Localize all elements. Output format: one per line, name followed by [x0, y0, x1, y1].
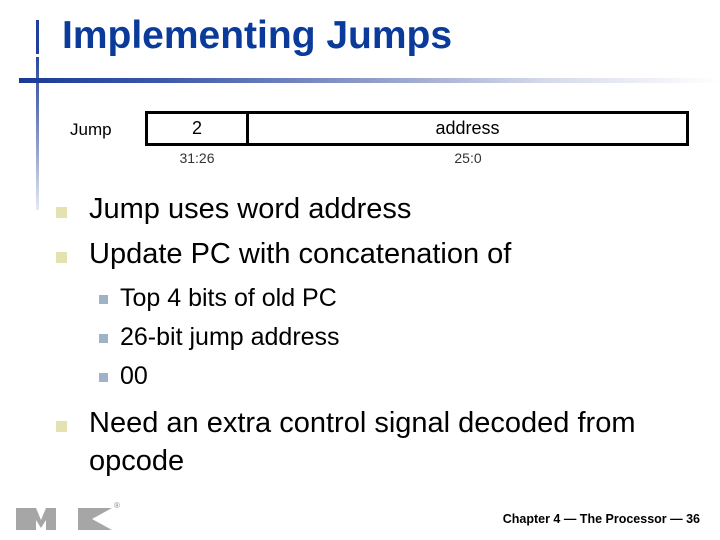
accent-vertical-bar-top — [36, 20, 39, 54]
registered-mark: ® — [114, 501, 120, 510]
sub-bullet-marker — [99, 295, 108, 304]
field-opcode: 2 — [148, 114, 249, 143]
instruction-box: 2 address — [145, 111, 689, 146]
accent-horizontal-bar — [19, 78, 720, 83]
bullet-text: Jump uses word address — [89, 193, 412, 225]
sub-bullet-marker — [99, 334, 108, 343]
bullet-marker — [56, 252, 67, 263]
sub-bullet-text: 26-bit jump address — [120, 323, 340, 351]
mk-logo-icon: ® — [16, 501, 120, 530]
slide-title: Implementing Jumps — [62, 14, 453, 57]
bits-opcode: 31:26 — [179, 150, 215, 166]
sub-bullet-text: 00 — [120, 362, 148, 390]
bullet-text-continuation: opcode — [89, 445, 185, 477]
bits-address: 25:0 — [454, 150, 482, 166]
field-address: address — [435, 118, 500, 138]
slide-footer: Chapter 4 — The Processor — 36 — [502, 512, 700, 526]
publisher-logo: ® — [14, 500, 124, 537]
bullet-marker — [56, 421, 67, 432]
sub-bullet-text: Top 4 bits of old PC — [120, 284, 337, 312]
bullet-marker — [56, 207, 67, 218]
instruction-label: Jump — [70, 120, 112, 139]
bullet-text: Update PC with concatenation of — [89, 238, 512, 270]
bullet-text: Need an extra control signal decoded fro… — [89, 407, 636, 439]
sub-bullet-marker — [99, 373, 108, 382]
